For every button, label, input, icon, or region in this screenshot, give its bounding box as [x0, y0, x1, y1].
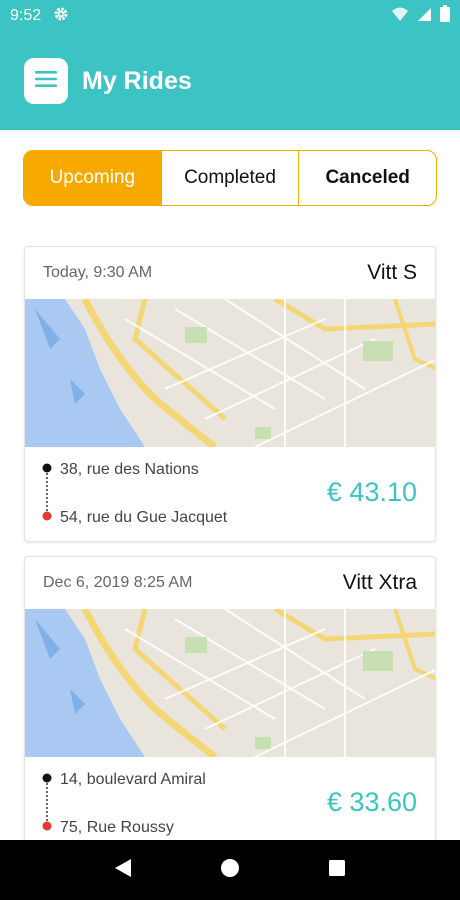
status-bar: 9:52 — [0, 0, 460, 32]
ride-vehicle-type: Vitt Xtra — [342, 571, 417, 594]
hamburger-menu-icon — [35, 70, 57, 93]
ride-date: Today, 9:30 AM — [43, 264, 153, 281]
system-navigation-bar — [0, 840, 460, 900]
signal-icon — [417, 6, 432, 27]
tab-completed[interactable]: Completed — [160, 151, 299, 205]
gear-icon — [53, 6, 69, 27]
dropoff-address: 75, Rue Roussy — [60, 819, 174, 836]
ride-card-header: Today, 9:30 AM Vitt S — [25, 247, 435, 299]
menu-button[interactable] — [24, 58, 68, 104]
app-bar: My Rides — [0, 32, 460, 130]
ride-card[interactable]: Dec 6, 2019 8:25 AM Vitt Xtra 14, boulev… — [24, 556, 436, 852]
route-line-icon — [42, 463, 52, 521]
ride-vehicle-type: Vitt S — [367, 261, 417, 284]
back-triangle-icon[interactable] — [114, 858, 132, 883]
tab-canceled[interactable]: Canceled — [298, 151, 436, 205]
ride-price: € 43.10 — [326, 477, 417, 507]
ride-date: Dec 6, 2019 8:25 AM — [43, 574, 193, 591]
ride-map[interactable] — [25, 299, 436, 447]
wifi-icon — [391, 6, 409, 27]
home-circle-icon[interactable] — [220, 858, 240, 883]
ride-card[interactable]: Today, 9:30 AM Vitt S 38, rue des Nation… — [24, 246, 436, 542]
dropoff-address: 54, rue du Gue Jacquet — [60, 509, 228, 526]
route-line-icon — [42, 773, 52, 831]
ride-map[interactable] — [25, 609, 436, 757]
ride-card-footer: 38, rue des Nations 54, rue du Gue Jacqu… — [25, 447, 435, 541]
ride-card-footer: 14, boulevard Amiral 75, Rue Roussy € 33… — [25, 757, 435, 851]
recents-square-icon[interactable] — [328, 859, 346, 882]
ride-filter-tabs: Upcoming Completed Canceled — [23, 150, 437, 206]
pickup-address: 38, rue des Nations — [60, 461, 199, 478]
ride-price: € 33.60 — [326, 787, 417, 817]
battery-icon — [440, 5, 450, 27]
status-time: 9:52 — [10, 7, 42, 24]
tab-upcoming[interactable]: Upcoming — [24, 151, 161, 205]
pickup-address: 14, boulevard Amiral — [60, 771, 206, 788]
ride-card-header: Dec 6, 2019 8:25 AM Vitt Xtra — [25, 557, 435, 609]
page-title: My Rides — [82, 66, 192, 95]
